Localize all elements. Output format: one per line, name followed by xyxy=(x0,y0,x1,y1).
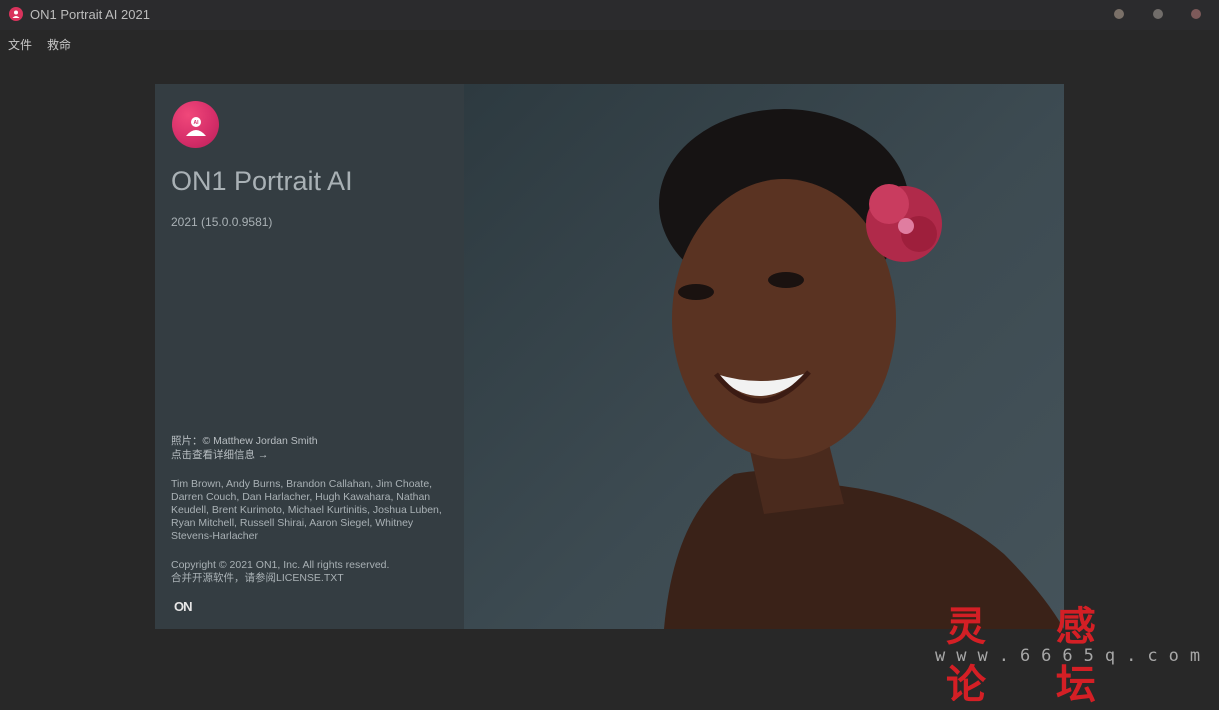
copyright-text: Copyright © 2021 ON1, Inc. All rights re… xyxy=(171,559,390,571)
team-credits: Tim Brown, Andy Burns, Brandon Callahan,… xyxy=(171,478,442,542)
svg-text:AI: AI xyxy=(193,120,199,126)
about-info-panel: AI ON1 Portrait AI 2021 (15.0.0.9581) 照片… xyxy=(155,84,464,629)
splash-portrait-photo xyxy=(464,84,1064,629)
maximize-button[interactable] xyxy=(1153,9,1163,19)
menu-help[interactable]: 救命 xyxy=(47,36,71,53)
license-text: 合并开源软件，请参阅LICENSE.TXT xyxy=(171,572,344,584)
portrait-illustration xyxy=(659,109,1064,629)
window-title: ON1 Portrait AI 2021 xyxy=(30,7,150,22)
close-button[interactable] xyxy=(1191,9,1201,19)
title-bar: ON1 Portrait AI 2021 xyxy=(0,0,1219,30)
product-name: ON1 Portrait AI xyxy=(171,166,353,196)
version-text: 2021 (15.0.0.9581) xyxy=(171,215,273,229)
menu-file[interactable]: 文件 xyxy=(8,36,32,53)
minimize-button[interactable] xyxy=(1114,9,1124,19)
about-dialog: AI ON1 Portrait AI 2021 (15.0.0.9581) 照片… xyxy=(155,84,1064,629)
photo-credit: 照片：© Matthew Jordan Smith xyxy=(171,435,318,447)
on1-logo: ON xyxy=(174,599,192,614)
watermark-url: www.6665q.com xyxy=(935,646,1212,666)
portrait-ai-logo: AI xyxy=(172,101,219,148)
details-link[interactable]: 点击查看详细信息 → xyxy=(171,448,268,462)
menu-bar: 文件 救命 xyxy=(0,30,1219,56)
portrait-ai-icon xyxy=(9,7,23,21)
